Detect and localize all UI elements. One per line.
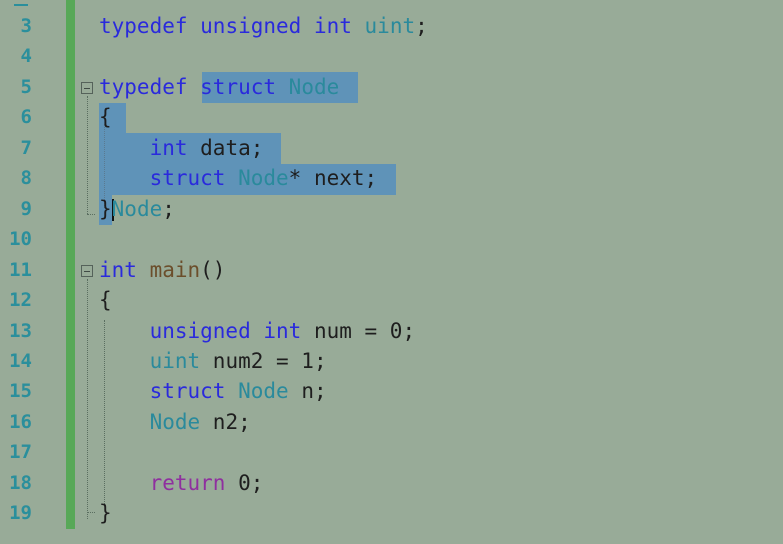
code-line[interactable]: 17 bbox=[0, 437, 783, 467]
line-number: 17 bbox=[9, 441, 32, 464]
code-line[interactable]: 5 typedef struct Node bbox=[0, 72, 783, 102]
code-text: typedef unsigned int uint; bbox=[99, 11, 440, 41]
code-token: struct bbox=[149, 379, 239, 404]
code-text: int data; bbox=[99, 133, 264, 163]
code-token: 0; bbox=[238, 470, 264, 495]
code-line[interactable]: 7 int data; bbox=[0, 133, 783, 163]
code-token: num2 = 1; bbox=[212, 348, 327, 373]
code-token: int bbox=[149, 135, 201, 160]
code-token: uint bbox=[149, 348, 213, 373]
code-token: int bbox=[313, 14, 365, 38]
line-number: 12 bbox=[9, 289, 32, 312]
code-token: int bbox=[263, 318, 314, 343]
code-token: Node bbox=[238, 379, 302, 404]
code-token: return bbox=[149, 470, 239, 495]
line-number: 7 bbox=[20, 136, 32, 159]
code-line[interactable]: 9}Node; bbox=[0, 194, 783, 224]
code-line[interactable]: 14 uint num2 = 1; bbox=[0, 346, 783, 376]
code-text: Node n2; bbox=[99, 407, 251, 437]
code-token: { bbox=[99, 288, 112, 313]
code-token: unsigned bbox=[149, 318, 264, 343]
code-token: Node bbox=[238, 166, 289, 191]
code-token: int bbox=[99, 257, 150, 282]
line-number: 15 bbox=[9, 380, 32, 403]
code-token: main bbox=[149, 257, 201, 282]
line-number: 19 bbox=[9, 502, 32, 525]
code-line[interactable]: 10 bbox=[0, 224, 783, 254]
code-token: { bbox=[99, 105, 112, 130]
code-token: typedef bbox=[99, 74, 201, 99]
code-editor[interactable]: 3 typedef unsigned int uint; 4 5 typedef st… bbox=[0, 0, 783, 544]
code-token: } bbox=[99, 501, 112, 526]
line-number: 9 bbox=[20, 197, 32, 220]
code-text: { bbox=[99, 102, 112, 132]
code-token: Node bbox=[111, 196, 163, 221]
line-number: 5 bbox=[20, 75, 32, 98]
code-token: num = 0; bbox=[313, 318, 416, 343]
line-number: 16 bbox=[9, 410, 32, 433]
code-text: typedef struct Node bbox=[99, 72, 339, 102]
code-text: { bbox=[99, 285, 112, 315]
line-number: 4 bbox=[20, 45, 32, 68]
code-token: n; bbox=[301, 379, 327, 404]
code-text: struct Node n; bbox=[99, 376, 327, 406]
line-number: 3 bbox=[20, 15, 32, 37]
code-line[interactable]: 18 return 0; bbox=[0, 468, 783, 498]
code-line[interactable]: 8 struct Node* next; bbox=[0, 163, 783, 193]
code-text: int main() bbox=[99, 255, 225, 285]
line-number: 13 bbox=[9, 319, 32, 342]
code-line[interactable]: 4 bbox=[0, 41, 783, 71]
line-number: 8 bbox=[20, 167, 32, 190]
line-number: 11 bbox=[9, 258, 32, 281]
code-line[interactable]: 19} bbox=[0, 498, 783, 528]
code-line[interactable]: 16 Node n2; bbox=[0, 407, 783, 437]
code-text: uint num2 = 1; bbox=[99, 346, 327, 376]
code-text: } bbox=[99, 498, 112, 528]
line-number: 18 bbox=[9, 471, 32, 494]
previous-line-number-fragment bbox=[14, 0, 28, 6]
code-line[interactable]: 13 unsigned int num = 0; bbox=[0, 316, 783, 346]
line-number: 6 bbox=[20, 106, 32, 129]
code-token: * next; bbox=[288, 166, 378, 191]
code-line[interactable]: 11 int main() bbox=[0, 255, 783, 285]
code-text: struct Node* next; bbox=[99, 163, 378, 193]
code-token: Node bbox=[149, 409, 213, 434]
code-token: struct bbox=[149, 166, 239, 191]
code-token: data; bbox=[200, 135, 264, 160]
code-text: return 0; bbox=[99, 468, 264, 498]
code-token: typedef bbox=[99, 14, 201, 38]
code-token: ; bbox=[415, 14, 441, 38]
code-line[interactable]: 15 struct Node n; bbox=[0, 376, 783, 406]
code-token: ; bbox=[162, 196, 175, 221]
code-token: struct bbox=[200, 74, 289, 99]
code-token: unsigned bbox=[200, 14, 314, 38]
code-line[interactable]: 3 typedef unsigned int uint; bbox=[0, 11, 783, 41]
line-number: 14 bbox=[9, 349, 32, 372]
code-line[interactable]: 12 { bbox=[0, 285, 783, 315]
code-token: n2; bbox=[212, 409, 251, 434]
code-text: unsigned int num = 0; bbox=[99, 316, 416, 346]
code-token: Node bbox=[288, 74, 340, 99]
code-line[interactable]: 6{ bbox=[0, 102, 783, 132]
code-token: () bbox=[200, 257, 226, 282]
code-text: }Node; bbox=[99, 194, 175, 224]
line-number: 10 bbox=[9, 228, 32, 251]
code-token: } bbox=[99, 196, 112, 221]
code-token: uint bbox=[364, 14, 416, 38]
